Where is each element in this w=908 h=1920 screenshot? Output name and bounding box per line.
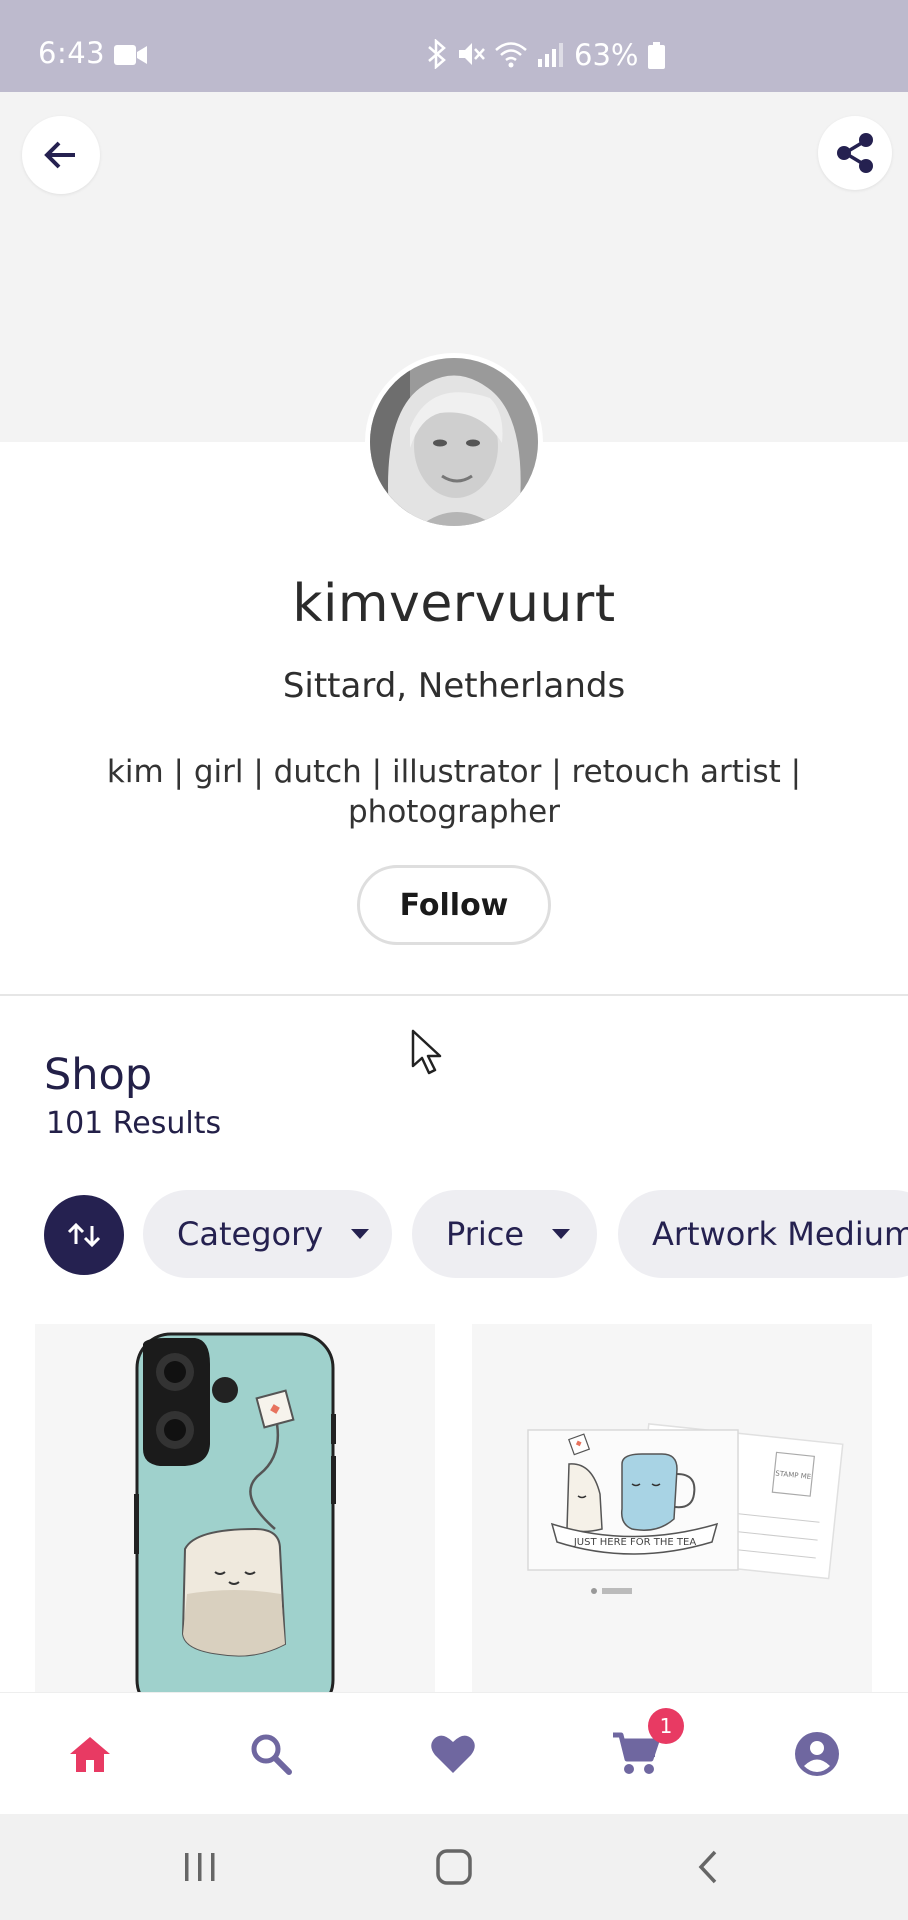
product-image-postcard: STAMP ME JUST HERE FOR THE TEA: [527, 1423, 844, 1594]
status-time: 6:43: [38, 36, 106, 70]
home-square-icon: [436, 1849, 472, 1885]
battery-icon: [648, 42, 665, 69]
account-icon: [795, 1732, 839, 1776]
system-back-button[interactable]: [678, 1842, 738, 1892]
profile-username: kimvervuurt: [292, 574, 616, 634]
sort-button[interactable]: [44, 1195, 124, 1275]
shop-title: Shop: [44, 1050, 153, 1100]
signal-icon: [538, 43, 563, 67]
recent-apps-icon: [185, 1853, 215, 1881]
arrow-left-icon: [44, 141, 75, 169]
section-divider: [0, 994, 908, 996]
status-icons: [426, 38, 564, 70]
product-card[interactable]: [35, 1324, 435, 1694]
mouse-cursor-icon: [411, 1029, 442, 1075]
system-navigation-bar: [0, 1814, 908, 1920]
follow-button[interactable]: Follow: [357, 865, 551, 945]
cart-count-badge: 1: [648, 1708, 684, 1744]
status-bar: 6:43 63%: [0, 0, 908, 92]
battery-percent: 63%: [574, 38, 639, 72]
home-system-button[interactable]: [424, 1842, 484, 1892]
filter-chip-label: Artwork Medium: [652, 1215, 908, 1253]
heart-icon: [431, 1735, 475, 1773]
share-button[interactable]: [818, 116, 892, 190]
product-card[interactable]: STAMP ME JUST HERE FOR THE TEA: [472, 1324, 872, 1694]
caret-down-icon: [351, 1229, 370, 1239]
recent-apps-button[interactable]: [170, 1842, 230, 1892]
filter-chip-label: Price: [446, 1215, 525, 1253]
filter-chip-category[interactable]: Category: [143, 1190, 392, 1278]
bluetooth-icon: [428, 39, 446, 69]
filter-chip-label: Category: [177, 1215, 324, 1253]
share-icon: [837, 133, 873, 173]
profile-bio: kim | girl | dutch | illustrator | retou…: [106, 754, 802, 830]
wifi-icon: [495, 42, 527, 68]
nav-search[interactable]: [216, 1693, 326, 1815]
chevron-left-icon: [698, 1850, 717, 1884]
search-icon: [251, 1734, 292, 1775]
art-text: JUST HERE FOR THE TEA: [573, 1537, 696, 1548]
sort-arrows-icon: [67, 1222, 101, 1248]
video-camera-icon: [114, 45, 147, 65]
profile-location: Sittard, Netherlands: [282, 666, 626, 706]
shop-results-count: 101 Results: [46, 1106, 222, 1141]
caret-down-icon: [552, 1229, 571, 1239]
nav-account[interactable]: [762, 1693, 872, 1815]
home-icon: [70, 1737, 110, 1772]
filter-chip-artwork-medium[interactable]: Artwork Medium: [618, 1190, 908, 1278]
product-image-phone-case: [134, 1332, 336, 1694]
avatar: [365, 353, 543, 531]
avatar-photo: [370, 358, 538, 526]
nav-favorites[interactable]: [398, 1693, 508, 1815]
mute-icon: [459, 43, 485, 65]
back-button[interactable]: [22, 116, 100, 194]
bottom-navigation: [0, 1692, 908, 1814]
nav-home[interactable]: [35, 1693, 145, 1815]
filter-chip-price[interactable]: Price: [412, 1190, 597, 1278]
